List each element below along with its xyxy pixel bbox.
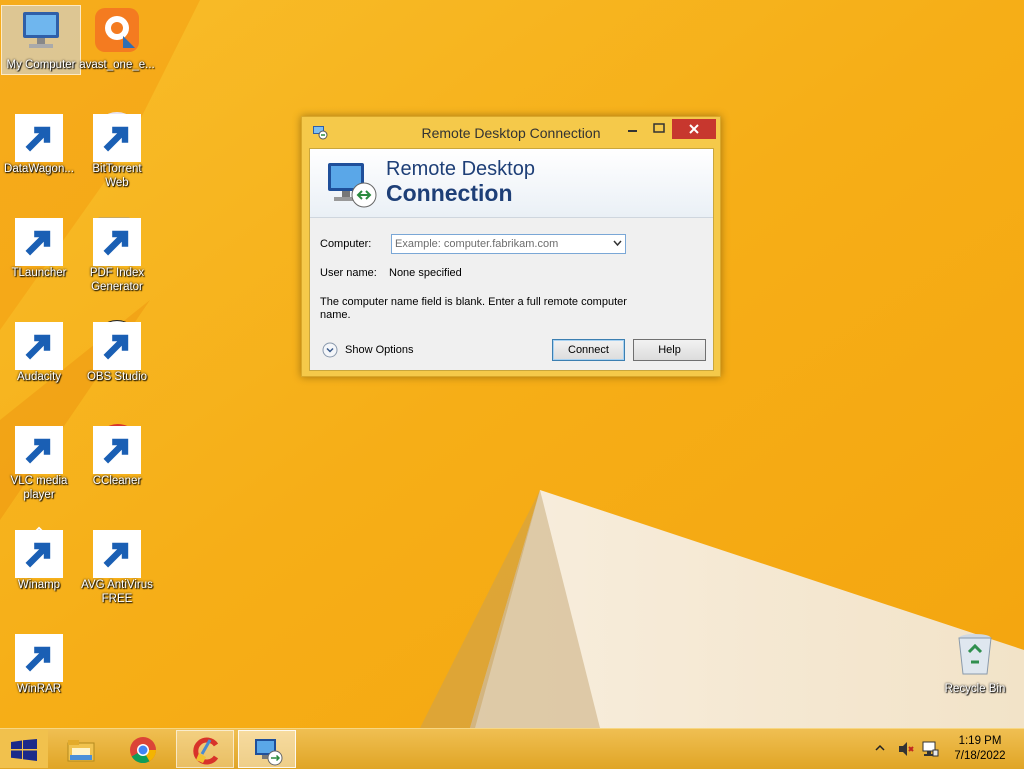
start-button[interactable] xyxy=(0,730,48,768)
desktop-icon-label: Audacity xyxy=(16,371,62,383)
desktop-icon-winamp[interactable]: Winamp xyxy=(0,526,78,592)
desktop-icon-avg-antivirus[interactable]: AVG AntiVirus FREE xyxy=(78,526,156,606)
username-value: None specified xyxy=(389,267,462,279)
taskbar: 1:19 PM 7/18/2022 xyxy=(0,728,1024,769)
desktop-icon-label: PDF Index Generator xyxy=(89,267,145,293)
remote-desktop-icon xyxy=(328,163,377,208)
desktop-icon-label: AVG AntiVirus FREE xyxy=(81,579,153,605)
datawagon-icon xyxy=(15,110,63,162)
shortcut-arrow-icon xyxy=(93,218,141,266)
shortcut-arrow-icon xyxy=(93,114,141,162)
shortcut-arrow-icon xyxy=(15,114,63,162)
ccleaner-icon xyxy=(193,737,219,765)
chevron-down-icon[interactable] xyxy=(613,240,622,247)
desktop-icon-label: Winamp xyxy=(17,579,61,591)
desktop-icon-label: avast_one_e... xyxy=(79,59,155,71)
window-client-area: Remote Desktop Connection Computer: User… xyxy=(309,148,714,371)
shortcut-arrow-icon xyxy=(15,322,63,370)
winrar-icon xyxy=(15,630,63,682)
show-options-label: Show Options xyxy=(345,344,414,356)
audacity-icon xyxy=(15,318,63,370)
avg-antivirus-icon xyxy=(93,526,141,578)
desktop-icon-avast[interactable]: avast_one_e... xyxy=(78,6,156,72)
desktop-icon-datawagon[interactable]: DataWagon... xyxy=(0,110,78,176)
desktop-icon-label: BitTorrent Web xyxy=(92,163,142,189)
connect-button[interactable]: Connect xyxy=(552,339,625,361)
bittorrent-icon xyxy=(93,110,141,162)
desktop-icon-label: Recycle Bin xyxy=(944,683,1006,695)
desktop-icon-label: VLC media player xyxy=(10,475,68,501)
banner-title-line2: Connection xyxy=(386,180,513,206)
volume-muted-icon[interactable] xyxy=(897,740,915,758)
shortcut-arrow-icon xyxy=(15,634,63,682)
remote-desktop-window[interactable]: Remote Desktop Connection Remote Desktop… xyxy=(301,116,721,377)
remote-desktop-icon xyxy=(255,739,283,766)
shortcut-arrow-icon xyxy=(93,530,141,578)
desktop-icon-obs-studio[interactable]: OBS Studio xyxy=(78,318,156,384)
computer-combobox[interactable] xyxy=(391,234,626,254)
close-icon xyxy=(689,124,699,134)
chrome-icon xyxy=(130,737,157,764)
avast-icon xyxy=(93,6,141,54)
winamp-icon xyxy=(15,526,63,578)
clock-time: 1:19 PM xyxy=(958,735,1002,747)
minimize-icon xyxy=(628,130,637,132)
desktop-icon-ccleaner[interactable]: CCleaner xyxy=(78,422,156,488)
expand-circle-icon xyxy=(322,342,338,358)
computer-input[interactable] xyxy=(395,236,600,252)
maximize-button[interactable] xyxy=(646,119,672,138)
desktop-icon-pdf-index-generator[interactable]: PDF Index Generator xyxy=(78,214,156,294)
desktop-icon-label: DataWagon... xyxy=(4,163,74,175)
taskbar-chrome[interactable] xyxy=(114,730,172,768)
computer-label: Computer: xyxy=(320,238,372,250)
obs-studio-icon xyxy=(93,318,141,370)
windows-logo-icon xyxy=(11,739,37,761)
desktop-icon-label: TLauncher xyxy=(11,267,67,279)
help-button[interactable]: Help xyxy=(633,339,706,361)
desktop-icon-label: My Computer xyxy=(6,59,76,71)
rdc-banner: Remote Desktop Connection xyxy=(310,149,713,218)
pdf-index-generator-icon xyxy=(93,214,141,266)
desktop-icon-audacity[interactable]: Audacity xyxy=(0,318,78,384)
window-titlebar[interactable]: Remote Desktop Connection xyxy=(302,117,720,147)
taskbar-file-explorer[interactable] xyxy=(52,730,110,768)
shortcut-arrow-icon xyxy=(93,322,141,370)
recycle-bin-icon xyxy=(951,630,999,678)
desktop-icon-winrar[interactable]: WinRAR xyxy=(0,630,78,696)
shortcut-arrow-icon xyxy=(93,426,141,474)
show-hidden-icons-icon[interactable] xyxy=(874,743,886,753)
taskbar-clock[interactable]: 1:19 PM 7/18/2022 xyxy=(950,734,1010,764)
desktop-icon-label: CCleaner xyxy=(92,475,142,487)
close-button[interactable] xyxy=(672,119,716,139)
network-icon[interactable] xyxy=(921,740,939,758)
computer-icon xyxy=(17,6,65,54)
desktop-icon-label: WinRAR xyxy=(16,683,62,695)
shortcut-arrow-icon xyxy=(15,218,63,266)
desktop-icon-vlc[interactable]: VLC media player xyxy=(0,422,78,502)
desktop-icon-tlauncher[interactable]: TLauncher xyxy=(0,214,78,280)
file-explorer-icon xyxy=(67,740,95,762)
username-label: User name: xyxy=(320,267,377,279)
clock-date: 7/18/2022 xyxy=(954,750,1006,762)
desktop-icon-recycle-bin[interactable]: Recycle Bin xyxy=(936,630,1014,696)
banner-title-line1: Remote Desktop xyxy=(386,158,535,180)
desktop-icon-bittorrent[interactable]: BitTorrent Web xyxy=(78,110,156,190)
ccleaner-icon xyxy=(93,422,141,474)
vlc-icon xyxy=(15,422,63,474)
minimize-button[interactable] xyxy=(620,119,646,138)
shortcut-arrow-icon xyxy=(15,530,63,578)
taskbar-remote-desktop[interactable] xyxy=(238,730,296,768)
desktop-icon-label: OBS Studio xyxy=(86,371,148,383)
maximize-icon xyxy=(653,123,665,133)
shortcut-arrow-icon xyxy=(15,426,63,474)
tlauncher-icon xyxy=(15,214,63,266)
blank-computer-message: The computer name field is blank. Enter … xyxy=(320,296,627,321)
desktop-icon-my-computer[interactable]: My Computer xyxy=(1,5,81,75)
taskbar-ccleaner[interactable] xyxy=(176,730,234,768)
